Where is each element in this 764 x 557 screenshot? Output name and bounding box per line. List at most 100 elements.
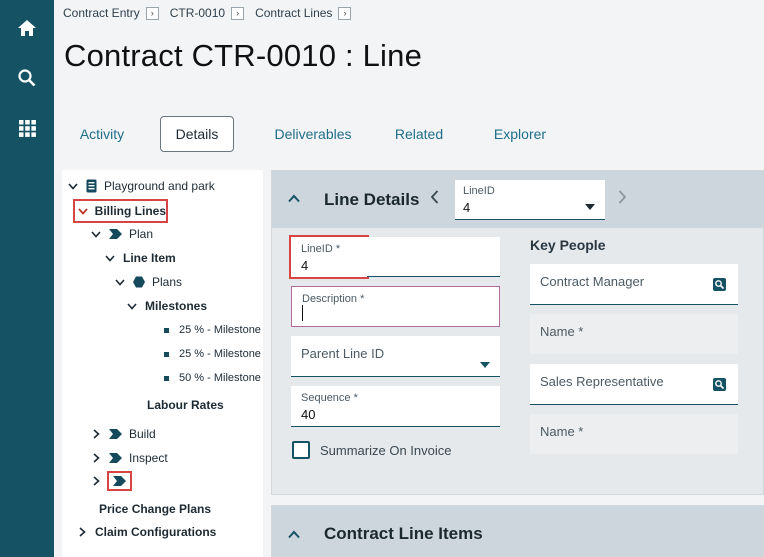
tab-activity[interactable]: Activity — [68, 116, 136, 152]
section-title: Line Details — [324, 190, 420, 209]
field-label: Description * — [302, 293, 365, 305]
tree-label: Plan — [129, 227, 154, 241]
hexagon-icon — [133, 276, 145, 288]
lineid-field-extension — [367, 237, 500, 277]
nav-rail — [0, 0, 54, 557]
field-label: LineID * — [301, 243, 341, 255]
description-input[interactable]: Description * — [291, 286, 500, 327]
search-button[interactable] — [0, 54, 54, 102]
home-button[interactable] — [0, 4, 54, 52]
tree-node-plan[interactable]: Plan — [89, 227, 153, 241]
previous-line-button[interactable] — [430, 190, 439, 209]
chevron-left-icon — [430, 190, 439, 204]
tree-node-milestone[interactable]: 25 % - Milestone — [164, 348, 261, 360]
chevron-right-icon[interactable] — [89, 476, 103, 486]
text-cursor — [302, 305, 303, 321]
chevron-right-icon: › — [231, 6, 245, 20]
chevron-down-icon[interactable] — [89, 230, 103, 238]
contract-manager-lookup[interactable]: Contract Manager — [530, 264, 738, 305]
lookup-search-icon[interactable] — [713, 378, 726, 396]
phase-icon — [107, 471, 132, 491]
chevron-down-icon[interactable] — [103, 254, 117, 262]
tree-node-claim-configurations[interactable]: Claim Configurations — [75, 525, 216, 539]
tree-label: Line Item — [123, 251, 176, 265]
lineid-select[interactable]: LineID 4 — [455, 180, 605, 220]
line-details-header: Line Details LineID 4 — [272, 171, 764, 228]
lineid-field[interactable]: LineID * 4 — [289, 235, 369, 279]
chevron-down-icon[interactable] — [113, 278, 127, 286]
breadcrumb-contract-id[interactable]: CTR-0010 › — [170, 6, 245, 20]
tree-node-new-phase[interactable] — [89, 471, 132, 491]
chevron-right-icon — [618, 190, 627, 204]
tree-node-plans[interactable]: Plans — [113, 275, 182, 289]
next-line-button[interactable] — [618, 190, 627, 209]
sales-representative-name-field: Name * — [530, 414, 738, 454]
breadcrumb-contract-entry[interactable]: Contract Entry › — [63, 6, 159, 20]
tab-explorer[interactable]: Explorer — [486, 116, 554, 152]
tree-node-labour-rates[interactable]: Labour Rates — [147, 398, 224, 412]
tree-label: Labour Rates — [147, 398, 224, 412]
tree-node-milestones[interactable]: Milestones — [125, 299, 207, 313]
tree-node-line-item[interactable]: Line Item — [103, 251, 176, 265]
tab-deliverables[interactable]: Deliverables — [264, 116, 362, 152]
key-people-heading: Key People — [530, 237, 606, 253]
phase-icon — [109, 453, 122, 463]
tree-node-milestone[interactable]: 25 % - Milestone — [164, 324, 261, 336]
tree-label: Plans — [152, 275, 183, 289]
page-title: Contract CTR-0010 : Line — [64, 38, 423, 73]
explorer-tree: Playground and park Billing Lines Plan L… — [62, 170, 263, 557]
tree-node-build[interactable]: Build — [89, 427, 156, 441]
section-title: Contract Line Items — [324, 524, 483, 543]
tree-label: Milestones — [145, 299, 208, 313]
field-value: 4 — [463, 200, 471, 215]
tree-label: 50 % - Milestone — [179, 372, 261, 384]
field-label: Contract Manager — [540, 274, 645, 289]
tab-related[interactable]: Related — [388, 116, 450, 152]
sequence-input[interactable]: Sequence * 40 — [291, 386, 500, 427]
chevron-up-icon — [288, 530, 300, 539]
tree-node-price-change-plans[interactable]: Price Change Plans — [99, 502, 211, 516]
phase-icon — [109, 429, 122, 439]
chevron-right-icon[interactable] — [75, 527, 89, 537]
field-label: Parent Line ID — [301, 346, 385, 361]
collapse-button[interactable] — [288, 190, 300, 208]
main-area: Contract Entry › CTR-0010 › Contract Lin… — [54, 0, 764, 557]
chevron-right-icon[interactable] — [89, 453, 103, 463]
field-value: 4 — [301, 258, 309, 273]
breadcrumb: Contract Entry › CTR-0010 › Contract Lin… — [63, 6, 362, 20]
apps-button[interactable] — [0, 104, 54, 152]
field-label: Sequence * — [301, 392, 358, 404]
collapse-button[interactable] — [288, 526, 300, 544]
tree-node-root[interactable]: Playground and park — [66, 179, 215, 193]
summarize-on-invoice-checkbox[interactable]: Summarize On Invoice — [292, 441, 452, 459]
tree-label: Claim Configurations — [95, 525, 217, 539]
bullet-icon — [164, 327, 169, 333]
tree-node-milestone[interactable]: 50 % - Milestone — [164, 372, 261, 384]
tree-node-billing-lines[interactable]: Billing Lines — [73, 199, 168, 223]
tab-bar: Activity Details Deliverables Related Ex… — [54, 116, 764, 152]
field-label: Name * — [540, 324, 584, 339]
sales-representative-lookup[interactable]: Sales Representative — [530, 364, 738, 405]
bullet-icon — [164, 375, 169, 381]
contract-icon — [86, 179, 97, 193]
tree-label: 25 % - Milestone — [179, 324, 261, 336]
breadcrumb-label: Contract Entry — [63, 6, 140, 20]
chevron-right-icon: › — [145, 6, 159, 20]
tree-node-inspect[interactable]: Inspect — [89, 451, 168, 465]
chevron-down-icon[interactable] — [66, 182, 80, 190]
line-details-panel: Line Details LineID 4 LineID * 4 Descrip… — [271, 170, 764, 495]
breadcrumb-contract-lines[interactable]: Contract Lines › — [255, 6, 352, 20]
tab-details[interactable]: Details — [160, 116, 234, 152]
search-icon — [18, 69, 36, 87]
field-label: LineID — [463, 185, 495, 197]
chevron-down-icon[interactable] — [125, 302, 139, 310]
grid-icon — [18, 119, 36, 137]
chevron-right-icon[interactable] — [89, 429, 103, 439]
parent-line-select[interactable]: Parent Line ID — [291, 336, 500, 377]
lookup-search-icon[interactable] — [713, 278, 726, 296]
tree-label: 25 % - Milestone — [179, 348, 261, 360]
checkbox[interactable] — [292, 441, 310, 459]
field-value: 40 — [301, 407, 316, 422]
phase-icon — [109, 229, 122, 239]
chevron-down-icon[interactable] — [77, 207, 89, 215]
